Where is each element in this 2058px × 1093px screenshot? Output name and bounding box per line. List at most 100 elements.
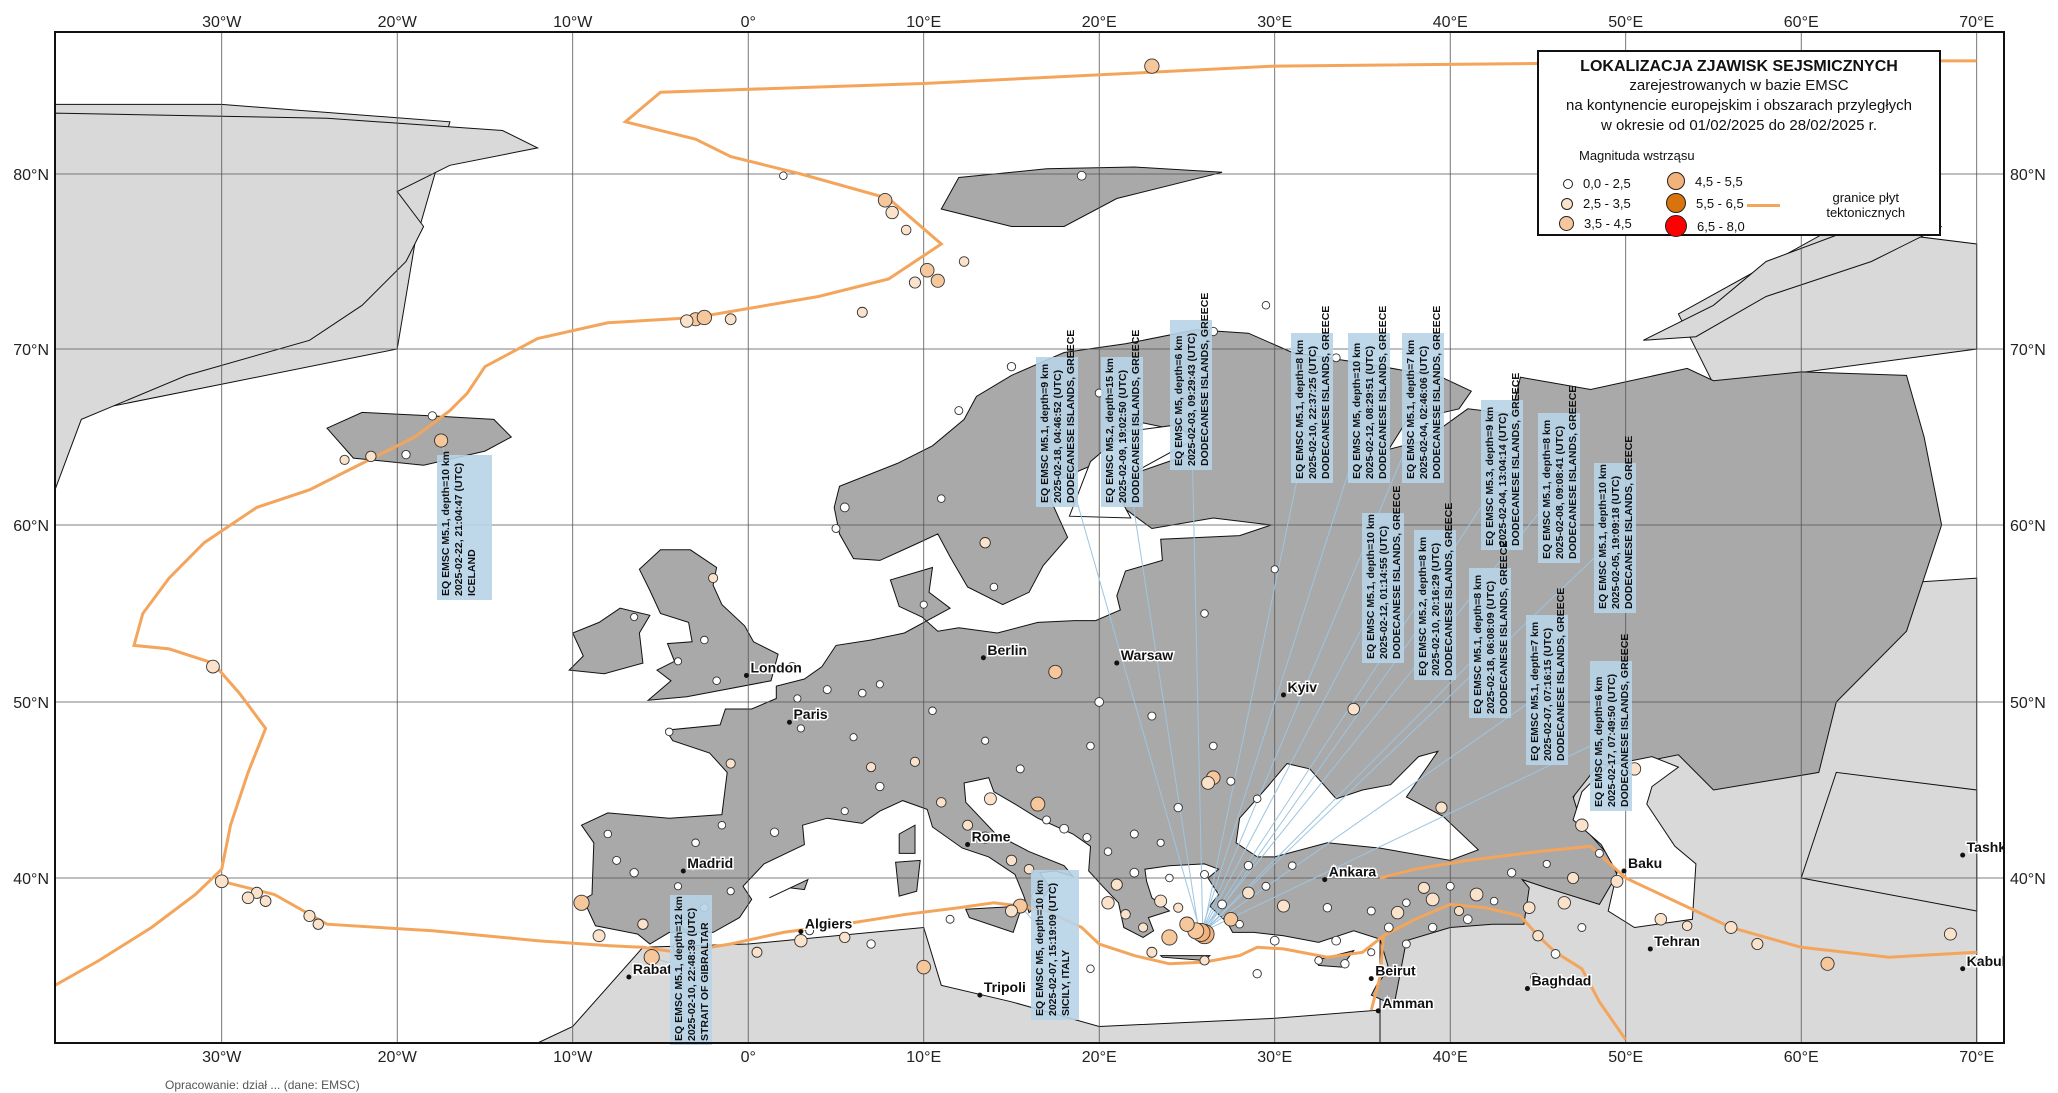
earthquake-marker	[1201, 776, 1215, 790]
earthquake-marker	[954, 406, 964, 416]
earthquake-marker	[312, 918, 324, 930]
earthquake-marker	[696, 309, 712, 326]
earthquake-marker	[989, 582, 999, 592]
earthquake-marker	[1428, 922, 1438, 933]
earthquake-marker	[691, 838, 700, 848]
callout-text-line: DODECANESE ISLANDS, GREECE	[1623, 436, 1635, 609]
earthquake-marker	[1347, 702, 1360, 716]
city-dot	[1524, 986, 1530, 992]
callout-text-line: 2025-02-12, 08:29:51 (UTC)	[1364, 346, 1376, 479]
city-label: Amman	[1382, 995, 1433, 1011]
earthquake-marker	[1542, 859, 1551, 868]
callout-text-line: DODECANESE ISLANDS, GREECE	[1320, 306, 1332, 479]
earthquake-marker	[919, 263, 935, 278]
callout-text-line: EQ EMSC M5.1, depth=10 km	[440, 451, 452, 596]
callout-text-line: 2025-02-05, 19:09:18 (UTC)	[1610, 476, 1622, 609]
earthquake-marker	[875, 680, 884, 689]
earthquake-marker	[1314, 956, 1323, 965]
earthquake-marker	[1165, 873, 1174, 883]
callout-text-line: DODECANESE ISLANDS, GREECE	[1619, 634, 1631, 807]
callout-text-line: 2025-02-08, 09:08:41 (UTC)	[1554, 426, 1566, 559]
earthquake-marker	[909, 756, 921, 767]
lat-tick-label-right: 50°N	[2010, 695, 2046, 712]
earthquake-marker	[983, 792, 997, 806]
earthquake-marker	[241, 891, 255, 905]
callout-text-line: EQ EMSC M5.1, depth=8 km	[1294, 340, 1306, 479]
earthquake-marker	[1129, 829, 1139, 839]
earthquake-marker	[979, 537, 991, 549]
earthquake-marker	[936, 797, 947, 808]
earthquake-marker	[1550, 949, 1561, 959]
earthquake-marker	[794, 934, 808, 948]
earthquake-marker	[831, 524, 841, 533]
earthquake-marker	[1401, 939, 1411, 949]
city-dot	[1647, 946, 1653, 952]
earthquake-marker	[1288, 861, 1297, 870]
lon-tick-label-top: 20°E	[1082, 14, 1117, 31]
callout-text-line: EQ EMSC M5, depth=6 km	[1593, 677, 1605, 807]
callout-text-line: 2025-02-09, 19:02:50 (UTC)	[1117, 370, 1129, 503]
earthquake-marker	[1252, 794, 1262, 804]
earthquake-marker	[1453, 905, 1465, 917]
earthquake-marker	[1820, 956, 1835, 971]
callout-text-line: EQ EMSC M5.1, depth=7 km	[1529, 622, 1541, 761]
earthquake-marker	[1094, 697, 1105, 707]
earthquake-marker	[401, 449, 411, 460]
city-dot	[1960, 852, 1966, 858]
city-dot	[965, 842, 971, 848]
earthquake-marker	[717, 820, 727, 830]
earthquake-marker	[1156, 838, 1165, 847]
earthquake-marker	[1469, 887, 1484, 902]
earthquake-marker	[1144, 58, 1160, 74]
lon-tick-label-top: 10°W	[553, 14, 593, 31]
callout-text-line: DODECANESE ISLANDS, GREECE	[1391, 486, 1403, 659]
callout-text-line: ICELAND	[466, 549, 478, 596]
earthquake-marker	[725, 758, 736, 769]
earthquake-marker	[981, 736, 990, 745]
earthquake-marker	[1402, 898, 1411, 908]
earthquake-marker	[1015, 764, 1025, 774]
earthquake-callout: EQ EMSC M5.1, depth=10 km 2025-02-22, 21:…	[437, 451, 492, 600]
callout-text-line: STRAIT OF GIBRALTAR	[699, 922, 711, 1041]
city-label: Tripoli	[984, 979, 1026, 995]
city-label: Paris	[793, 706, 827, 722]
lat-tick-label-left: 50°N	[13, 695, 49, 712]
lat-tick-label-right: 80°N	[2010, 167, 2046, 184]
earthquake-marker	[1654, 913, 1668, 926]
city-label: Tehran	[1654, 933, 1700, 949]
city-label: Ankara	[1329, 864, 1377, 880]
earthquake-marker	[712, 676, 721, 686]
earthquake-marker	[1161, 929, 1178, 946]
earthquake-marker	[365, 450, 377, 463]
earthquake-marker	[900, 224, 912, 236]
earthquake-marker	[908, 276, 922, 289]
callout-text-line: DODECANESE ISLANDS, GREECE	[1498, 541, 1510, 714]
legend-class-6: 6,5 - 8,0	[1665, 215, 1745, 237]
callout-text-line: 2025-02-07, 15:19:09 (UTC)	[1047, 883, 1059, 1016]
map-figure: London Paris Berlin Warsaw Kyiv Madrid Rome Alg…	[0, 0, 2058, 1093]
city-label: Rabat	[633, 961, 672, 977]
earthquake-marker	[1199, 955, 1210, 966]
city-label: Tashkent	[1967, 839, 2028, 855]
legend-line-1: zarejestrowanych w bazie EMSC	[1629, 77, 1849, 94]
earthquake-marker	[958, 256, 970, 267]
earthquake-marker	[1507, 868, 1517, 878]
earthquake-marker	[1209, 741, 1218, 751]
lon-tick-label-bottom: 30°W	[202, 1049, 242, 1066]
legend-class-label: 6,5 - 8,0	[1697, 218, 1745, 234]
earthquake-marker	[214, 874, 229, 889]
earthquake-marker	[1101, 896, 1115, 910]
earthquake-marker	[708, 573, 719, 584]
legend-line-2: na kontynencie europejskim i obszarach p…	[1565, 97, 1912, 114]
lon-tick-label-bottom: 40°E	[1433, 1049, 1468, 1066]
callout-text-line: 2025-02-07, 07:16:15 (UTC)	[1542, 628, 1554, 761]
earthquake-marker	[1129, 867, 1140, 878]
magnitude-dot-icon	[1667, 172, 1685, 190]
earthquake-marker	[866, 939, 876, 949]
earthquake-marker	[1226, 776, 1236, 786]
earthquake-marker	[1383, 922, 1394, 933]
callout-text-line: DODECANESE ISLANDS, GREECE	[1065, 330, 1077, 503]
legend-plate-label: granice płyt tektonicznych	[1826, 190, 1906, 220]
city-dot	[1322, 877, 1328, 883]
earthquake-marker	[796, 724, 805, 733]
